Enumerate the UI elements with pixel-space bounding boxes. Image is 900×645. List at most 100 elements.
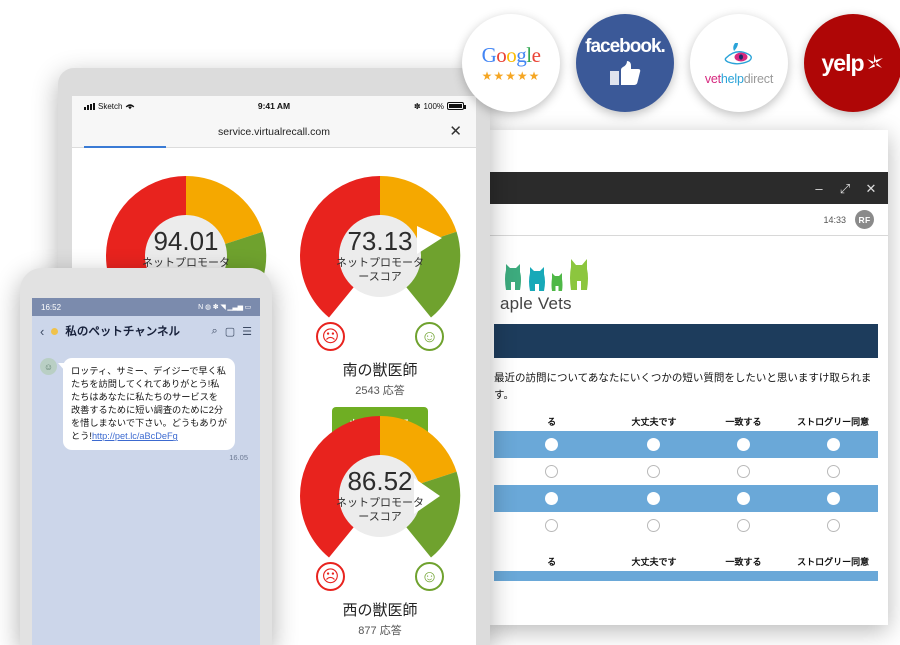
survey-matrix: る 大丈夫です 一致する ストログリー同意 る 大丈夫です 一致する ストログリ…	[484, 413, 888, 581]
radio-cell[interactable]	[609, 518, 699, 532]
message-link[interactable]: http://pet.lc/aBcDeFg	[92, 431, 178, 441]
radio-cell[interactable]	[609, 464, 699, 478]
channel-title: 私のペットチャンネル	[65, 326, 180, 338]
radio-button[interactable]	[737, 518, 751, 532]
matrix-col-0: る	[547, 416, 557, 427]
radio-cell[interactable]	[494, 464, 609, 478]
table-row[interactable]	[494, 570, 878, 581]
happy-face-icon: ☺	[415, 562, 444, 591]
radio-cell[interactable]	[494, 437, 609, 451]
radio-button[interactable]	[545, 437, 559, 451]
radio-button[interactable]	[647, 518, 661, 532]
channel-avatar	[51, 327, 59, 335]
radio-cell[interactable]	[699, 491, 789, 505]
radio-button[interactable]	[826, 437, 840, 451]
minimize-icon[interactable]: –	[812, 182, 826, 195]
radio-cell[interactable]	[609, 437, 699, 451]
radio-button[interactable]	[545, 518, 559, 532]
radio-button[interactable]	[737, 464, 751, 478]
radio-button[interactable]	[647, 491, 661, 505]
browser-address-bar[interactable]: service.virtualrecall.com ✕	[72, 116, 476, 148]
radio-cell[interactable]	[699, 464, 789, 478]
radio-button[interactable]	[826, 464, 840, 478]
matrix-col-3: ストログリー同意	[797, 556, 870, 567]
radio-button[interactable]	[545, 491, 559, 505]
nps-card-2: 73.13 ネットプロモータースコア ☹ ☺ 南の獣医師 2543 応答 もっと…	[290, 166, 470, 440]
survey-banner	[494, 324, 878, 358]
back-arrow-icon[interactable]: ‹	[40, 324, 44, 339]
desktop-survey-window: – ⤢ ✕ 14:33 RF aple Vets 最近の訪問についてあなたにいく…	[484, 130, 888, 625]
thumbs-up-icon	[585, 60, 665, 91]
bluetooth-icon: ✽	[212, 304, 219, 311]
review-platform-badges: Google ★★★★★ facebook. vethelpdirect yel…	[462, 14, 900, 112]
bluetooth-icon: ✽	[413, 101, 421, 111]
battery-percent: 100%	[423, 101, 445, 111]
nps-gauge-2: 73.13 ネットプロモータースコア	[290, 166, 470, 346]
yelp-badge[interactable]: yelp	[804, 14, 900, 112]
nps-card-3: 86.52 ネットプロモータースコア ☹ ☺ 西の獣医師 877 応答 もっと見…	[290, 406, 470, 645]
facebook-logo: facebook.	[585, 35, 666, 57]
radio-button[interactable]	[737, 491, 751, 505]
table-row[interactable]	[494, 512, 878, 539]
radio-button[interactable]	[647, 437, 661, 451]
radio-cell[interactable]	[609, 491, 699, 505]
matrix-header-row: る 大丈夫です 一致する ストログリー同意	[484, 413, 888, 431]
sad-face-icon: ☹	[316, 562, 345, 591]
google-logo: Google	[481, 43, 541, 67]
window-titlebar: – ⤢ ✕	[484, 172, 888, 204]
star-rating-icon: ★★★★★	[481, 69, 541, 83]
notification-icon: N	[198, 303, 203, 311]
url-text[interactable]: service.virtualrecall.com	[218, 126, 330, 138]
google-badge[interactable]: Google ★★★★★	[462, 14, 560, 112]
sad-face-icon: ☹	[316, 322, 345, 351]
matrix-col-1: 大丈夫です	[631, 556, 677, 567]
clinic-name: 南の獣医師	[342, 362, 418, 379]
table-row[interactable]	[494, 430, 878, 458]
phone-time: 16:52	[41, 302, 62, 312]
matrix-col-0: る	[547, 556, 557, 567]
pet-silhouette-icon	[529, 267, 545, 291]
survey-page: aple Vets 最近の訪問についてあなたにいくつかの短い質問をしたいと思いま…	[484, 236, 888, 625]
radio-cell[interactable]	[788, 464, 878, 478]
close-icon[interactable]: ✕	[449, 124, 462, 139]
hamburger-menu-icon[interactable]: ☰	[242, 325, 252, 338]
yelp-logo: yelp	[821, 49, 864, 76]
close-icon[interactable]: ✕	[864, 182, 878, 195]
vethelpdirect-badge[interactable]: vethelpdirect	[690, 14, 788, 112]
radio-button[interactable]	[737, 437, 751, 451]
radio-button[interactable]	[545, 464, 559, 478]
message-timestamp: 16.05	[229, 453, 248, 463]
wifi-icon	[126, 104, 135, 110]
nps-gauge-3: 86.52 ネットプロモータースコア	[290, 406, 470, 586]
radio-cell[interactable]	[788, 437, 878, 451]
facebook-badge[interactable]: facebook.	[576, 14, 674, 112]
table-row[interactable]	[494, 484, 878, 512]
radio-cell[interactable]	[699, 437, 789, 451]
yelp-burst-icon	[866, 54, 883, 69]
maximize-icon[interactable]: ⤢	[838, 182, 852, 195]
avatar[interactable]: RF	[855, 210, 874, 229]
table-row[interactable]	[494, 458, 878, 485]
radio-cell[interactable]	[494, 491, 609, 505]
matrix-col-3: ストログリー同意	[797, 416, 870, 427]
status-left: Sketch	[84, 102, 211, 111]
matrix-col-2: 一致する	[725, 416, 762, 427]
device-icon[interactable]: ▢	[225, 325, 235, 338]
alarm-icon: ◍	[204, 304, 211, 311]
phone-status-icons: N ◍ ✽ ◥ ▁▃▅ ▭	[198, 303, 251, 312]
carrier-label: Sketch	[98, 101, 123, 111]
radio-button[interactable]	[826, 491, 840, 505]
avatar: ☺	[40, 358, 57, 375]
radio-button[interactable]	[826, 518, 840, 532]
radio-button[interactable]	[647, 464, 661, 478]
radio-cell[interactable]	[788, 491, 878, 505]
search-icon[interactable]: ⌕	[212, 325, 218, 338]
radio-cell[interactable]	[788, 518, 878, 532]
toolbar-time: 14:33	[823, 214, 846, 225]
response-count: 877 応答	[358, 625, 402, 637]
radio-cell[interactable]	[699, 518, 789, 532]
vethelpdirect-logo: vethelpdirect	[704, 71, 774, 86]
vhd-mark-icon	[705, 41, 773, 72]
radio-cell[interactable]	[494, 518, 609, 532]
donut-chart-icon	[300, 415, 461, 558]
